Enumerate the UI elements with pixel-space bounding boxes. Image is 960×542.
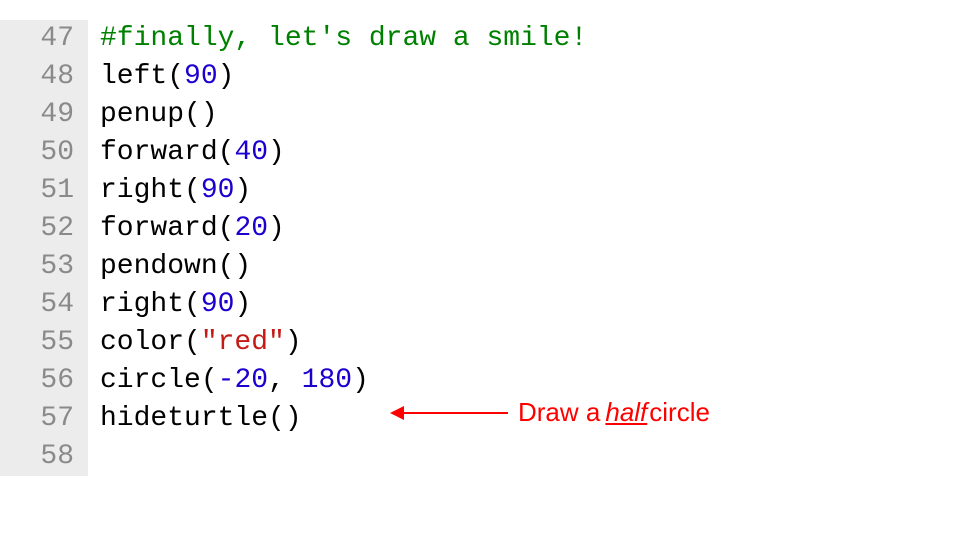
code-line[interactable]: 49penup() — [0, 96, 960, 134]
code-content[interactable]: color("red") — [88, 324, 302, 362]
code-line[interactable]: 48left(90) — [0, 58, 960, 96]
code-line[interactable]: 53pendown() — [0, 248, 960, 286]
code-content[interactable]: hideturtle() — [88, 400, 302, 438]
line-number: 49 — [0, 96, 88, 134]
line-number: 48 — [0, 58, 88, 96]
line-number: 54 — [0, 286, 88, 324]
code-token: , — [268, 362, 302, 400]
code-token: ) — [234, 172, 251, 210]
code-token: pendown — [100, 248, 218, 286]
code-token: forward — [100, 134, 218, 172]
code-token: left — [100, 58, 167, 96]
code-token: color — [100, 324, 184, 362]
line-number: 55 — [0, 324, 88, 362]
code-token: ) — [268, 210, 285, 248]
code-content[interactable]: forward(40) — [88, 134, 285, 172]
code-token: () — [268, 400, 302, 438]
code-token: circle — [100, 362, 201, 400]
annotation-half-circle: Draw a half circle — [392, 395, 710, 430]
line-number: 52 — [0, 210, 88, 248]
code-token: ) — [352, 362, 369, 400]
line-number: 58 — [0, 438, 88, 476]
arrow-left-icon — [392, 412, 508, 414]
code-line[interactable]: 47 #finally, let's draw a smile! — [0, 20, 960, 58]
line-number: 50 — [0, 134, 88, 172]
annotation-text-suffix: circle — [649, 395, 710, 430]
code-token: "red" — [201, 324, 285, 362]
code-token: ) — [285, 324, 302, 362]
code-line[interactable]: 51right(90) — [0, 172, 960, 210]
code-token: ) — [268, 134, 285, 172]
code-content[interactable]: #finally, let's draw a smile! — [88, 20, 587, 58]
line-number: 56 — [0, 362, 88, 400]
code-token: right — [100, 286, 184, 324]
annotation-text-emph: half — [605, 395, 647, 430]
code-content[interactable]: forward(20) — [88, 210, 285, 248]
code-token: () — [184, 96, 218, 134]
code-token: ( — [201, 362, 218, 400]
code-token: forward — [100, 210, 218, 248]
code-token: 90 — [201, 172, 235, 210]
code-content[interactable]: right(90) — [88, 286, 251, 324]
code-token: ( — [218, 210, 235, 248]
code-content[interactable]: pendown() — [88, 248, 251, 286]
code-token: 20 — [234, 210, 268, 248]
line-number: 47 — [0, 20, 88, 58]
code-line[interactable]: 58 — [0, 438, 960, 476]
line-number: 53 — [0, 248, 88, 286]
code-line[interactable]: 50forward(40) — [0, 134, 960, 172]
code-token: right — [100, 172, 184, 210]
code-content[interactable]: right(90) — [88, 172, 251, 210]
code-token: ( — [167, 58, 184, 96]
code-token: () — [218, 248, 252, 286]
code-line[interactable]: 54right(90) — [0, 286, 960, 324]
code-token: penup — [100, 96, 184, 134]
code-token: -20 — [218, 362, 268, 400]
code-token: ( — [218, 134, 235, 172]
code-token: ( — [184, 172, 201, 210]
code-content[interactable]: circle(-20, 180) — [88, 362, 369, 400]
code-line[interactable]: 55color("red") — [0, 324, 960, 362]
code-token: ( — [184, 324, 201, 362]
code-content[interactable]: left(90) — [88, 58, 234, 96]
code-token: #finally, let's draw a smile! — [100, 20, 587, 58]
line-number: 57 — [0, 400, 88, 438]
annotation-text-prefix: Draw a — [518, 395, 600, 430]
code-token: ) — [234, 286, 251, 324]
code-token: 180 — [302, 362, 352, 400]
code-token: 40 — [234, 134, 268, 172]
code-token: 90 — [184, 58, 218, 96]
code-token: ) — [218, 58, 235, 96]
code-token: 90 — [201, 286, 235, 324]
code-token: ( — [184, 286, 201, 324]
code-token: hideturtle — [100, 400, 268, 438]
line-number: 51 — [0, 172, 88, 210]
code-content[interactable]: penup() — [88, 96, 218, 134]
code-line[interactable]: 52forward(20) — [0, 210, 960, 248]
